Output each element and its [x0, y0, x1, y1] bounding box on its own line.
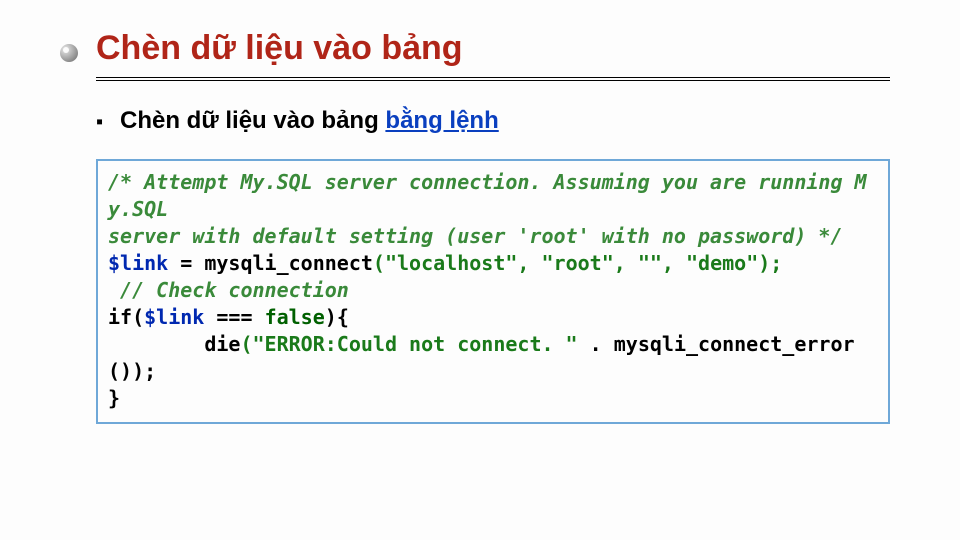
code-die-str: ("ERROR:Could not connect. " — [240, 332, 577, 356]
code-die-fn: die — [204, 332, 240, 356]
code-comment-2: server with default setting (user 'root'… — [108, 224, 843, 248]
slide-content: Chèn dữ liệu vào bảng ▪ Chèn dữ liệu vào… — [0, 0, 960, 424]
code-if-open: if( — [108, 305, 144, 329]
slide-title: Chèn dữ liệu vào bảng — [96, 28, 890, 75]
subtitle-row: ▪ Chèn dữ liệu vào bảng bằng lệnh — [96, 107, 890, 135]
code-block: /* Attempt My.SQL server connection. Ass… — [96, 159, 890, 424]
square-bullet-icon: ▪ — [96, 112, 114, 132]
code-fn-connect: mysqli_connect — [204, 251, 373, 275]
code-triple-eq: === — [204, 305, 264, 329]
code-var-link-2: $link — [144, 305, 204, 329]
code-var-link-1: $link — [108, 251, 168, 275]
sphere-bullet-icon — [60, 44, 78, 62]
code-false: false — [265, 305, 325, 329]
subtitle-text: Chèn dữ liệu vào bảng bằng lệnh — [120, 107, 499, 135]
code-comment-3: // Check connection — [108, 278, 349, 302]
code-comment-1: /* Attempt My.SQL server connection. Ass… — [108, 170, 867, 221]
subtitle-link[interactable]: bằng lệnh — [385, 107, 498, 134]
code-indent — [108, 332, 204, 356]
code-dot: . — [578, 332, 614, 356]
title-underline — [96, 77, 890, 81]
code-eq: = — [168, 251, 204, 275]
subtitle-prefix: Chèn dữ liệu vào bảng — [120, 107, 385, 134]
code-if-close: ){ — [325, 305, 349, 329]
code-brace-close: } — [108, 386, 120, 410]
code-connect-args: ("localhost", "root", "", "demo"); — [373, 251, 782, 275]
